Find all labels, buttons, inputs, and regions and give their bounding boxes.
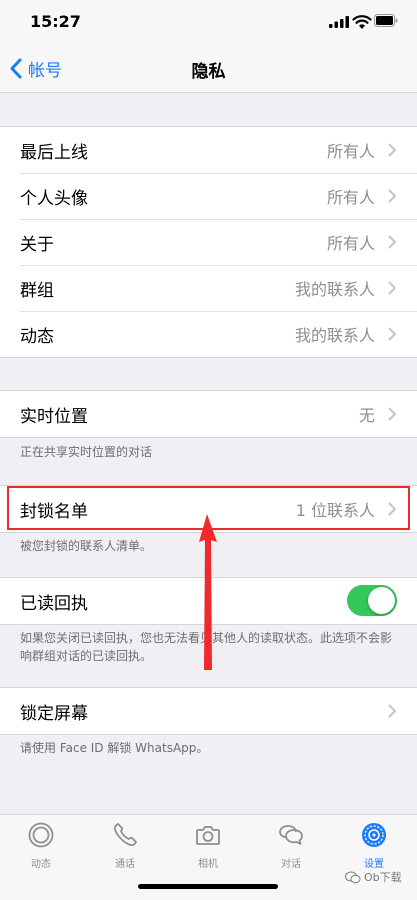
phone-icon (114, 823, 137, 846)
tab-label: 动态 (31, 859, 51, 870)
row-value: 所有人 (326, 188, 375, 207)
toggle-knob (368, 587, 395, 614)
battery-icon (374, 14, 398, 27)
navigation-bar: 帐号 隐私 (0, 44, 417, 93)
row-label: 实时位置 (20, 406, 88, 427)
row-label: 关于 (20, 234, 54, 255)
chevron-right-icon (388, 407, 396, 421)
wechat-icon (345, 871, 361, 883)
row-label: 最后上线 (20, 142, 88, 163)
tab-label: 设置 (364, 859, 384, 870)
tab-calls[interactable]: 通话 (90, 821, 160, 870)
page-title: 隐私 (191, 62, 226, 82)
cellular-signal-icon (329, 16, 349, 28)
home-indicator (138, 884, 278, 889)
screen-lock-group: 锁定屏幕 (0, 687, 417, 735)
row-label: 锁定屏幕 (20, 703, 88, 724)
read-receipts-toggle[interactable] (347, 585, 397, 616)
row-value: 我的联系人 (294, 326, 375, 345)
row-value: 我的联系人 (294, 280, 375, 299)
row-value: 所有人 (326, 142, 375, 161)
screen-lock-row[interactable]: 锁定屏幕 (0, 688, 417, 734)
tab-camera[interactable]: 相机 (173, 821, 243, 870)
privacy-row-profile-photo[interactable]: 个人头像 所有人 (0, 173, 417, 219)
watermark-text: Ob下载 (364, 871, 402, 884)
privacy-row-last-seen[interactable]: 最后上线 所有人 (0, 127, 417, 173)
live-location-footnote: 正在共享实时位置的对话 (20, 445, 153, 459)
gear-icon (362, 823, 386, 847)
chats-icon (279, 825, 303, 845)
privacy-visibility-group: 最后上线 所有人 个人头像 所有人 关于 所有人 群组 我的联系人 动态 我的联… (0, 126, 417, 358)
tab-label: 通话 (115, 859, 135, 870)
row-value: 所有人 (326, 234, 375, 253)
row-value: 1 位联系人 (295, 501, 375, 520)
tab-label: 相机 (198, 859, 218, 870)
row-value: 无 (358, 406, 375, 425)
chevron-right-icon (388, 704, 396, 718)
row-label: 个人头像 (20, 188, 88, 209)
live-location-row[interactable]: 实时位置 无 (0, 391, 417, 437)
camera-icon (196, 826, 220, 845)
row-label: 群组 (20, 280, 54, 301)
status-bar: 15:27 (0, 0, 417, 44)
live-location-group: 实时位置 无 (0, 390, 417, 438)
chevron-right-icon (388, 189, 396, 203)
wifi-icon (352, 15, 372, 29)
chevron-right-icon (388, 143, 396, 157)
tab-label: 对话 (281, 859, 301, 870)
chevron-right-icon (388, 327, 396, 341)
tab-settings[interactable]: 设置 (339, 821, 409, 870)
tab-chats[interactable]: 对话 (256, 821, 326, 870)
chevron-right-icon (388, 281, 396, 295)
screen-lock-footnote: 请使用 Face ID 解锁 WhatsApp。 (20, 741, 209, 755)
tab-status[interactable]: 动态 (6, 821, 76, 870)
privacy-row-groups[interactable]: 群组 我的联系人 (0, 265, 417, 311)
row-label: 封锁名单 (20, 501, 88, 522)
status-icon (28, 822, 54, 848)
privacy-row-about[interactable]: 关于 所有人 (0, 219, 417, 265)
row-label: 动态 (20, 326, 54, 347)
privacy-row-status[interactable]: 动态 我的联系人 (0, 311, 417, 357)
status-time: 15:27 (30, 12, 81, 31)
row-label: 已读回执 (20, 593, 88, 614)
chevron-right-icon (388, 235, 396, 249)
watermark: Ob下载 (345, 869, 402, 885)
chevron-right-icon (388, 502, 396, 516)
annotation-arrow-icon (199, 514, 217, 670)
